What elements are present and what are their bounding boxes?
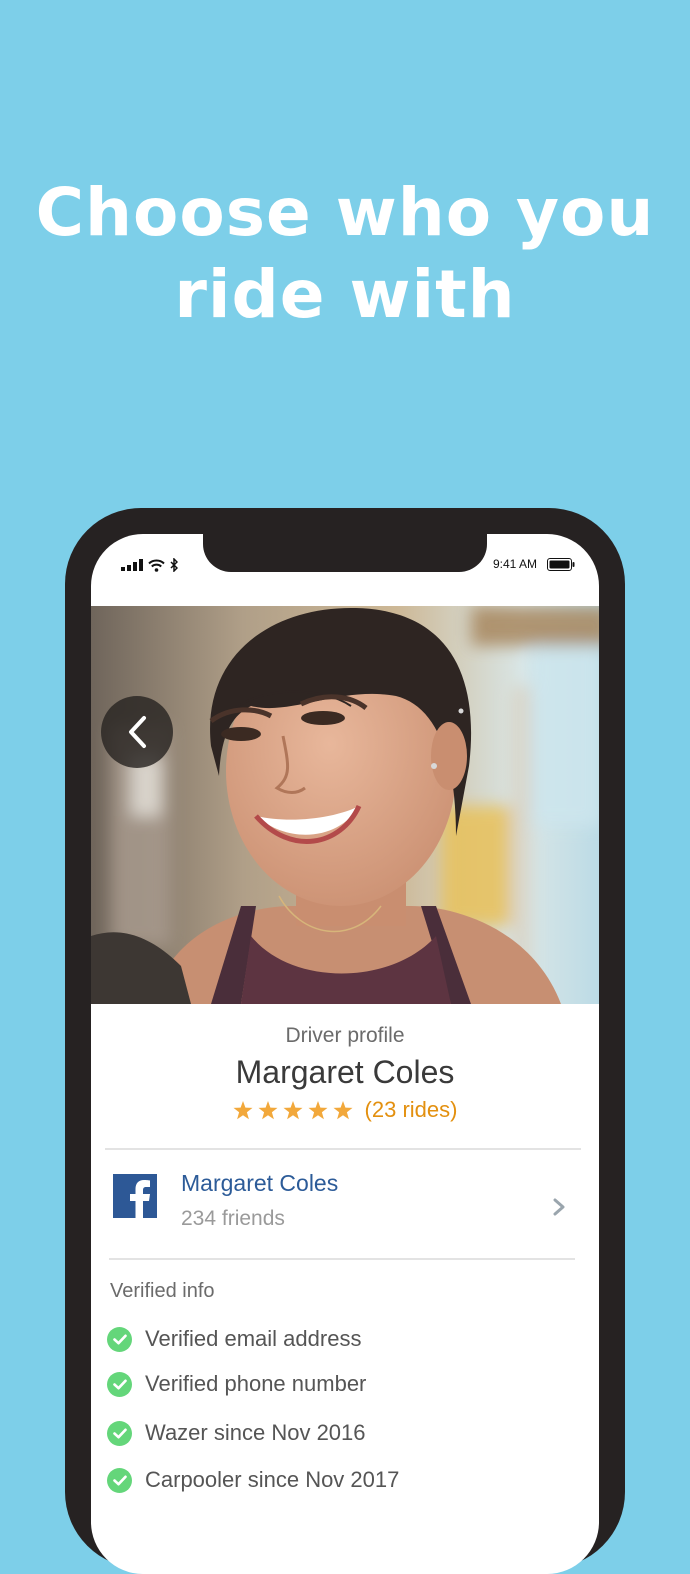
status-bar-right: 9:41 AM — [493, 557, 575, 571]
verified-info-title: Verified info — [110, 1280, 215, 1302]
phone-screen: 9:41 AM Driver profile Margaret Coles (2… — [91, 534, 599, 1574]
check-icon — [107, 1326, 132, 1352]
star-icon — [258, 1100, 278, 1119]
driver-portrait — [91, 606, 599, 1004]
verified-item: Verified phone number — [107, 1371, 366, 1397]
divider — [105, 1148, 581, 1150]
driver-photo — [91, 606, 599, 1004]
back-button[interactable] — [101, 696, 173, 768]
phone-frame: 9:41 AM Driver profile Margaret Coles (2… — [65, 508, 625, 1574]
bluetooth-icon — [170, 558, 178, 572]
verified-item-label: Verified email address — [145, 1326, 362, 1351]
signal-icon — [121, 559, 143, 571]
check-icon — [107, 1371, 132, 1397]
headline: Choose who you ride with — [0, 172, 690, 336]
star-rating — [233, 1100, 353, 1120]
rating: (23 rides) — [91, 1097, 599, 1123]
headline-line-1: Choose who you — [35, 174, 655, 251]
divider — [109, 1258, 575, 1260]
facebook-profile-row[interactable]: Margaret Coles 234 friends — [91, 1152, 599, 1260]
profile-label: Driver profile — [285, 1024, 405, 1047]
verified-item: Wazer since Nov 2016 — [107, 1420, 366, 1446]
check-icon — [107, 1467, 132, 1493]
wifi-icon — [148, 559, 165, 572]
verified-item-label: Carpooler since Nov 2017 — [145, 1467, 400, 1492]
rides-count: (23 rides) — [364, 1097, 458, 1122]
star-icon — [333, 1100, 353, 1119]
status-bar-left — [121, 558, 178, 572]
star-icon — [233, 1100, 253, 1119]
star-icon — [283, 1100, 303, 1119]
status-time: 9:41 AM — [492, 557, 537, 571]
verified-item: Verified email address — [107, 1326, 361, 1352]
battery-icon — [547, 557, 575, 571]
check-icon — [107, 1420, 132, 1446]
verified-item-label: Wazer since Nov 2016 — [145, 1420, 366, 1445]
phone-notch — [203, 534, 487, 572]
chevron-right-icon — [553, 1198, 565, 1216]
facebook-friends: 234 friends — [181, 1207, 285, 1230]
facebook-name: Margaret Coles — [181, 1170, 339, 1196]
headline-line-2: ride with — [174, 256, 516, 333]
verified-item-label: Verified phone number — [145, 1371, 367, 1396]
chevron-left-icon — [129, 716, 146, 748]
star-icon — [308, 1100, 328, 1119]
verified-item: Carpooler since Nov 2017 — [107, 1467, 399, 1493]
facebook-icon — [113, 1174, 157, 1218]
driver-name: Margaret Coles — [235, 1054, 455, 1090]
